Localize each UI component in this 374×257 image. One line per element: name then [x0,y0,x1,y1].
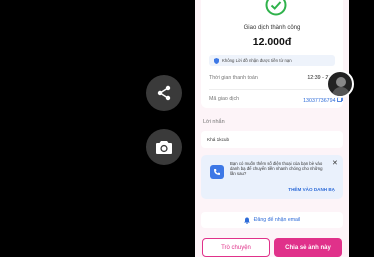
share-image-button[interactable]: Chia sẻ ảnh này [274,238,342,257]
avatar[interactable] [326,70,354,98]
fee-note-text: Không Lời đồ nhận được tiền từ nạn [222,58,292,63]
payment-time-label: Thời gian thanh toán [209,75,258,81]
camera-button[interactable] [146,129,182,165]
close-icon[interactable]: ✕ [332,159,338,167]
payment-time-row: Thời gian thanh toán 12:39 - 20/06/2 [209,75,343,81]
message-label: Lời nhắn [203,119,225,125]
contacts-icon [210,165,224,179]
email-receipt-button[interactable]: Đăng để nhận email [201,212,343,228]
add-contact-banner: Bạn có muốn thêm số điện thoại của bạn b… [201,155,343,199]
bottom-action-bar: Trò chuyện Chia sẻ ảnh này [195,233,349,257]
add-to-contacts-link[interactable]: THÊM VÀO DANH BẠ [201,187,335,192]
transaction-code-row: Mã giao dịch 13037736794 [209,96,343,104]
shield-icon [214,57,219,64]
divider [209,89,335,90]
share-icon [157,85,171,101]
success-check-icon [265,0,287,16]
email-receipt-label: Đăng để nhận email [253,217,301,223]
chat-button[interactable]: Trò chuyện [202,238,270,257]
transaction-code-label: Mã giao dịch [209,96,240,102]
message-box: Khá 1kcub [201,131,343,148]
share-button[interactable] [146,75,182,111]
transaction-amount: 12.000đ [252,36,292,48]
fee-note: Không Lời đồ nhận được tiền từ nạn [209,55,335,66]
payment-receipt-screen: Giao dịch thành công 12.000đ Không Lời đ… [195,0,349,257]
transaction-status-title: Giao dịch thành công [243,25,301,31]
camera-icon [156,141,172,154]
add-contact-text: Bạn có muốn thêm số điện thoại của bạn b… [230,161,323,177]
transaction-card: Giao dịch thành công 12.000đ Không Lời đ… [201,0,343,108]
bell-icon [243,217,250,224]
message-text: Khá 1kcub [207,137,230,142]
transaction-code-text: 13037736794 [303,98,336,104]
